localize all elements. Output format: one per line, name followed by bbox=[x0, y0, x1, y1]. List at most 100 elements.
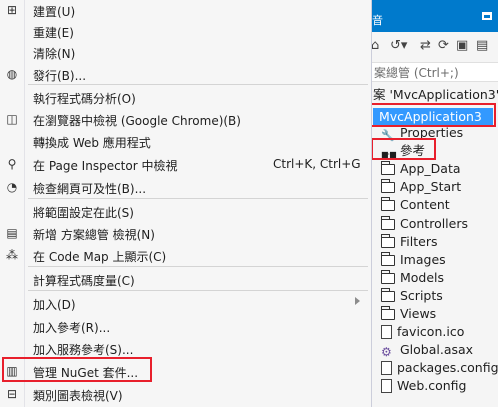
file-icon bbox=[381, 325, 392, 340]
solution-node[interactable]: 案 'MvcApplication3' ( bbox=[373, 86, 498, 104]
history-icon[interactable]: ↺▾ bbox=[390, 38, 407, 53]
menu-item-label: 新增 方案總管 檢視(N) bbox=[33, 228, 155, 242]
folder-icon bbox=[380, 287, 395, 302]
solution-explorer-search-input[interactable]: 案總管 (Ctrl+;) bbox=[368, 62, 498, 82]
tree-item-label: Controllers bbox=[400, 215, 468, 231]
menu-item-label: 執行程式碼分析(O) bbox=[33, 92, 136, 106]
refresh-icon[interactable]: ⟳ bbox=[438, 38, 449, 53]
menu-item-5[interactable]: ◫ 在瀏覽器中檢視 (Google Chrome)(B) bbox=[0, 109, 371, 129]
menu-item-2[interactable]: 清除(N) bbox=[0, 42, 371, 62]
menu-item-8[interactable]: ◔ 檢查網頁可及性(B)... bbox=[0, 177, 371, 197]
project-node-mvcapplication3[interactable]: MvcApplication3 bbox=[373, 108, 493, 125]
solution-explorer-title: 音 bbox=[372, 14, 383, 27]
menu-item-3[interactable]: ◍ 發行(B)... bbox=[0, 64, 371, 84]
menu-item-label: 加入服務參考(S)... bbox=[33, 343, 134, 357]
tree-item-label: Filters bbox=[400, 233, 438, 249]
tree-item-label: Images bbox=[400, 251, 446, 267]
menu-item-1[interactable]: 重建(E) bbox=[0, 21, 371, 41]
tree-item-controllers[interactable]: Controllers bbox=[380, 215, 468, 233]
tree-item-web-config[interactable]: Web.config bbox=[381, 377, 466, 395]
menu-item-shortcut: Ctrl+K, Ctrl+G bbox=[273, 157, 361, 171]
folder-icon bbox=[380, 215, 395, 230]
tree-item-label: Views bbox=[400, 306, 437, 321]
tree-item-global-asax[interactable]: ⚙ Global.asax bbox=[381, 341, 473, 359]
menu-item-label: 建置(U) bbox=[33, 5, 76, 19]
solution-explorer-toolbar: ⌂ ↺▾ ⇄ ⟳ ▣ ▤ bbox=[368, 36, 498, 58]
tree-item-filters[interactable]: Filters bbox=[380, 233, 438, 251]
folder-icon bbox=[380, 306, 395, 320]
tree-item-scripts[interactable]: Scripts bbox=[380, 287, 443, 305]
menu-item-label: 加入(D) bbox=[33, 298, 76, 312]
class-diagram-icon: ⊟ bbox=[6, 387, 18, 401]
menu-item-label: 清除(N) bbox=[33, 47, 76, 61]
menu-item-17[interactable]: ⊟ 類別圖表檢視(V) bbox=[0, 384, 371, 404]
tree-item-models[interactable]: Models bbox=[380, 269, 445, 287]
menu-item-label: 計算程式碼度量(C) bbox=[33, 274, 135, 288]
menu-item-label: 檢查網頁可及性(B)... bbox=[33, 182, 147, 196]
home-icon[interactable]: ⌂ bbox=[371, 38, 379, 53]
menu-item-6[interactable]: 轉換成 Web 應用程式 bbox=[0, 131, 371, 151]
tree-item-favicon-ico[interactable]: favicon.ico bbox=[381, 323, 464, 341]
solution-explorer-title-bar: 音 bbox=[368, 0, 498, 32]
globe-icon: ◍ bbox=[6, 67, 18, 81]
tree-item-views[interactable]: Views bbox=[380, 305, 437, 323]
menu-item-11[interactable]: ⁂ 在 Code Map 上顯示(C) bbox=[0, 245, 371, 265]
browser-icon: ◫ bbox=[6, 112, 18, 126]
tree-item-packages-config[interactable]: packages.config bbox=[381, 359, 498, 377]
folder-icon bbox=[380, 251, 395, 266]
tree-item-label: favicon.ico bbox=[397, 324, 465, 340]
references-highlight-box bbox=[371, 138, 436, 160]
tree-item-label: Global.asax bbox=[400, 342, 474, 358]
tree-item-label: App_Data bbox=[400, 161, 461, 177]
menu-separator bbox=[28, 84, 368, 85]
tree-item-label: Content bbox=[400, 197, 450, 213]
menu-item-13[interactable]: 加入(D) bbox=[0, 293, 371, 313]
tree-item-label: Web.config bbox=[397, 378, 467, 394]
menu-item-label: 發行(B)... bbox=[33, 69, 87, 83]
menu-item-label: 在 Page Inspector 中檢視 bbox=[33, 159, 178, 173]
accessibility-icon: ◔ bbox=[6, 180, 18, 194]
menu-item-label: 轉換成 Web 應用程式 bbox=[33, 136, 151, 150]
solution-label: 案 'MvcApplication3' ( bbox=[373, 87, 498, 102]
submenu-arrow-icon bbox=[355, 297, 360, 305]
context-menu: ⊞ 建置(U) 重建(E) 清除(N) ◍ 發行(B)... 執行程式碼分析(O) ◫ 在瀏覽器… bbox=[0, 0, 372, 407]
folder-icon bbox=[380, 269, 395, 284]
tree-item-label: Models bbox=[400, 269, 445, 285]
menu-item-label: 在 Code Map 上顯示(C) bbox=[33, 250, 167, 264]
new-view-icon: ▤ bbox=[6, 226, 18, 240]
folder-icon bbox=[380, 161, 395, 176]
nuget-highlight-box bbox=[2, 357, 152, 382]
menu-item-0[interactable]: ⊞ 建置(U) bbox=[0, 0, 371, 20]
sync-icon[interactable]: ⇄ bbox=[420, 38, 431, 53]
folder-icon bbox=[380, 197, 395, 212]
menu-item-10[interactable]: ▤ 新增 方案總管 檢視(N) bbox=[0, 223, 371, 243]
tree-item-label: Scripts bbox=[400, 287, 443, 303]
tree-item-label: packages.config bbox=[397, 360, 498, 376]
file-icon bbox=[381, 379, 392, 394]
menu-separator bbox=[28, 290, 368, 291]
tree-item-content[interactable]: Content bbox=[380, 196, 450, 214]
collapse-all-icon[interactable]: ▣ bbox=[456, 38, 468, 53]
inspector-icon: ⚲ bbox=[7, 157, 17, 171]
pin-icon[interactable] bbox=[482, 12, 492, 20]
folder-icon bbox=[380, 233, 395, 248]
menu-separator bbox=[28, 198, 368, 199]
menu-item-label: 在瀏覽器中檢視 (Google Chrome)(B) bbox=[33, 114, 241, 128]
code-map-icon: ⁂ bbox=[6, 248, 18, 262]
tree-item-app-data[interactable]: App_Data bbox=[380, 160, 461, 178]
menu-item-9[interactable]: 將範圍設定在此(S) bbox=[0, 201, 371, 221]
menu-item-label: 將範圍設定在此(S) bbox=[33, 206, 134, 220]
menu-item-7[interactable]: ⚲ 在 Page Inspector 中檢視 Ctrl+K, Ctrl+G bbox=[0, 154, 371, 174]
tree-item-label: App_Start bbox=[400, 179, 462, 195]
menu-item-14[interactable]: 加入參考(R)... bbox=[0, 316, 371, 336]
tree-item-app-start[interactable]: App_Start bbox=[380, 178, 462, 196]
menu-item-12[interactable]: 計算程式碼度量(C) bbox=[0, 269, 371, 289]
folder-icon bbox=[380, 179, 395, 194]
tree-item-images[interactable]: Images bbox=[380, 251, 446, 269]
menu-separator bbox=[28, 266, 368, 267]
menu-item-15[interactable]: 加入服務參考(S)... bbox=[0, 338, 371, 358]
menu-item-label: 類別圖表檢視(V) bbox=[33, 389, 123, 403]
properties-icon[interactable]: ▤ bbox=[476, 38, 488, 53]
gear-file-icon: ⚙ bbox=[381, 345, 392, 360]
menu-item-4[interactable]: 執行程式碼分析(O) bbox=[0, 87, 371, 107]
